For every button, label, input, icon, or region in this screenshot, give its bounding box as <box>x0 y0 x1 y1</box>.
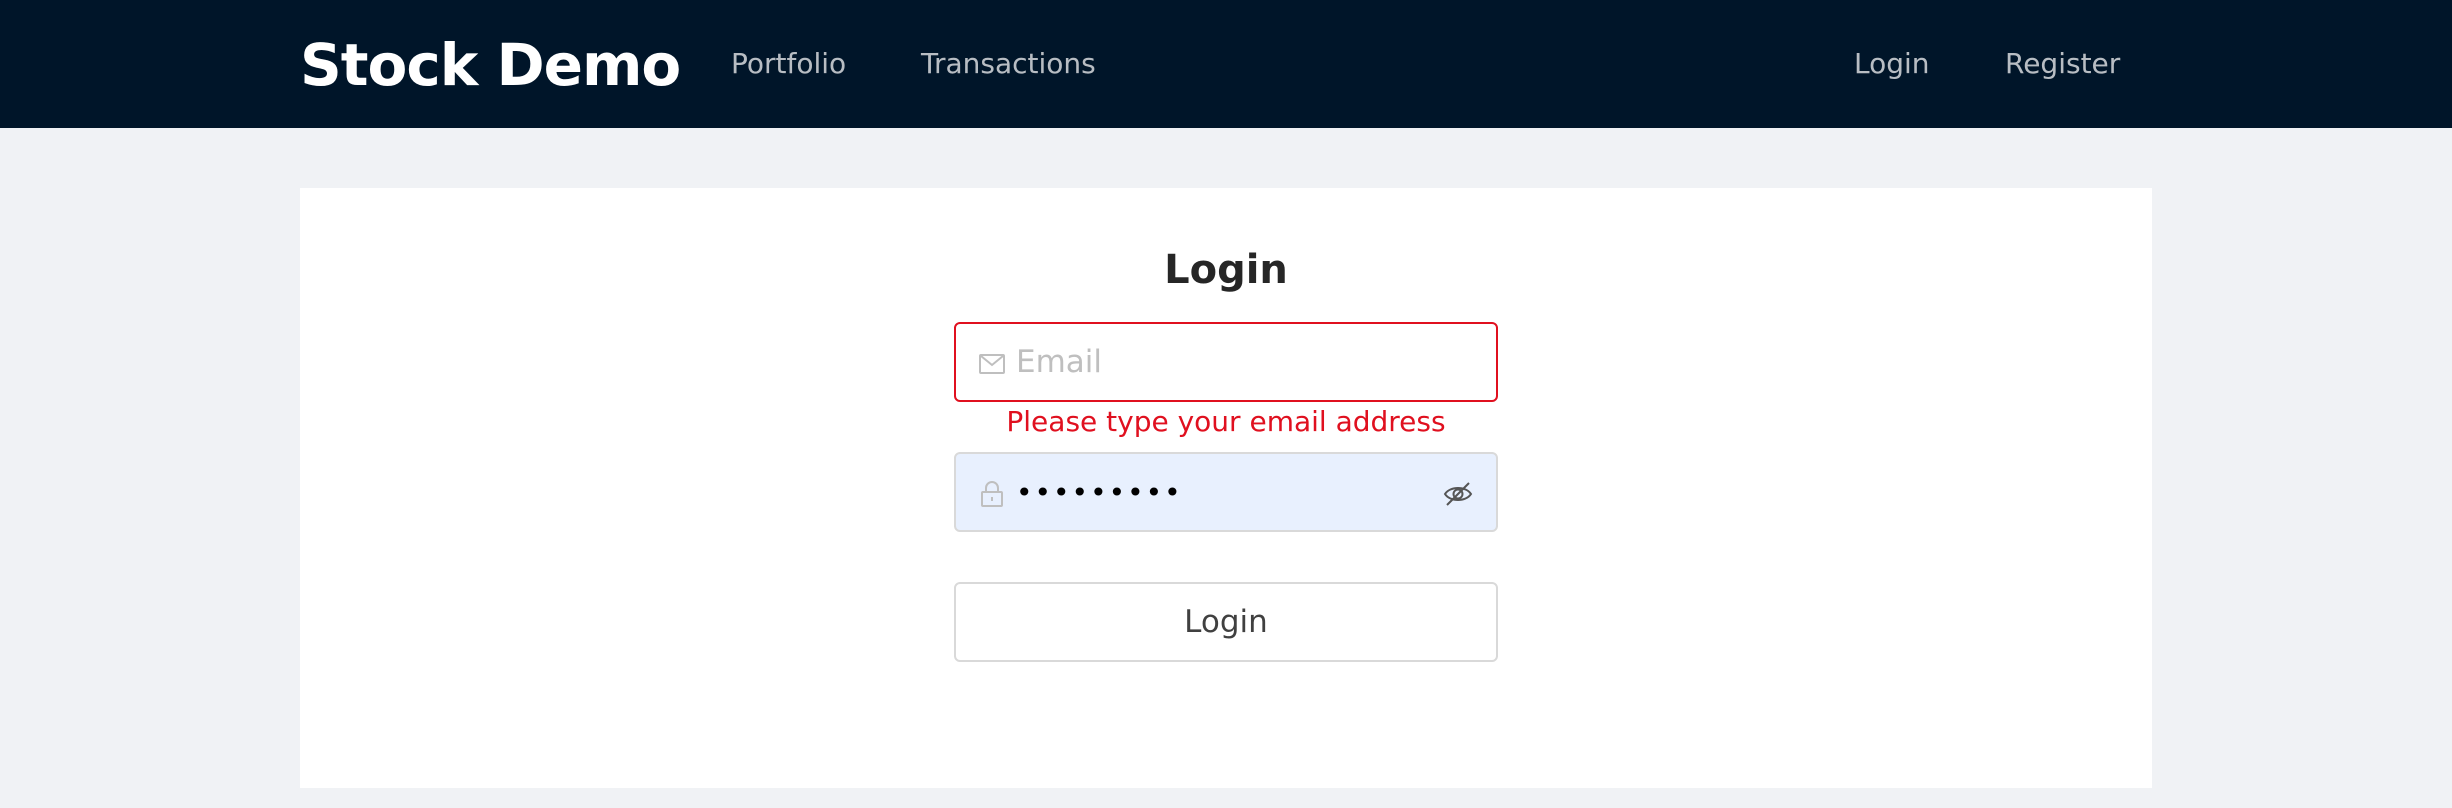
email-input[interactable] <box>1016 334 1416 390</box>
password-field[interactable] <box>954 452 1498 532</box>
nav-transactions[interactable]: Transactions <box>921 44 1096 84</box>
nav-register[interactable]: Register <box>2005 44 2120 84</box>
top-navbar: Stock Demo Portfolio Transactions Login … <box>0 0 2452 128</box>
nav-login[interactable]: Login <box>1854 44 1930 84</box>
email-error-message: Please type your email address <box>1006 405 1446 438</box>
password-input[interactable] <box>1016 464 1416 520</box>
email-field[interactable] <box>954 322 1498 402</box>
nav-portfolio[interactable]: Portfolio <box>731 44 846 84</box>
login-button[interactable]: Login <box>954 582 1498 662</box>
lock-icon <box>981 481 1003 507</box>
brand-logo[interactable]: Stock Demo <box>300 30 681 100</box>
eye-invisible-icon[interactable] <box>1442 478 1474 510</box>
mail-icon <box>979 354 1005 374</box>
page-title: Login <box>1164 247 1288 293</box>
